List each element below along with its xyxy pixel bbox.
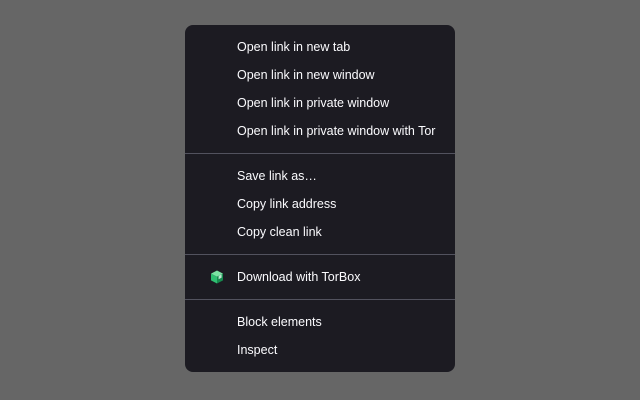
menu-item-label: Open link in new tab	[237, 40, 351, 54]
context-menu: Open link in new tab Open link in new wi…	[185, 25, 455, 372]
menu-item-label: Block elements	[237, 315, 322, 329]
menu-item-label: Open link in new window	[237, 68, 375, 82]
menu-separator	[185, 153, 455, 154]
menu-item-open-private-window[interactable]: Open link in private window	[185, 89, 455, 117]
torbox-icon	[210, 270, 224, 284]
menu-item-label: Save link as…	[237, 169, 317, 183]
menu-item-block-elements[interactable]: Block elements	[185, 308, 455, 336]
menu-item-download-torbox[interactable]: Download with TorBox	[185, 263, 455, 291]
menu-item-open-new-window[interactable]: Open link in new window	[185, 61, 455, 89]
menu-item-label: Inspect	[237, 343, 278, 357]
menu-item-copy-link-address[interactable]: Copy link address	[185, 190, 455, 218]
menu-separator	[185, 299, 455, 300]
menu-item-label: Open link in private window with Tor	[237, 124, 436, 138]
menu-item-open-new-tab[interactable]: Open link in new tab	[185, 33, 455, 61]
menu-item-copy-clean-link[interactable]: Copy clean link	[185, 218, 455, 246]
menu-separator	[185, 254, 455, 255]
menu-item-label: Download with TorBox	[237, 270, 361, 284]
menu-item-label: Copy clean link	[237, 225, 322, 239]
menu-item-label: Copy link address	[237, 197, 337, 211]
menu-item-save-link-as[interactable]: Save link as…	[185, 162, 455, 190]
menu-item-inspect[interactable]: Inspect	[185, 336, 455, 364]
menu-item-label: Open link in private window	[237, 96, 390, 110]
menu-item-open-private-window-tor[interactable]: Open link in private window with Tor	[185, 117, 455, 145]
